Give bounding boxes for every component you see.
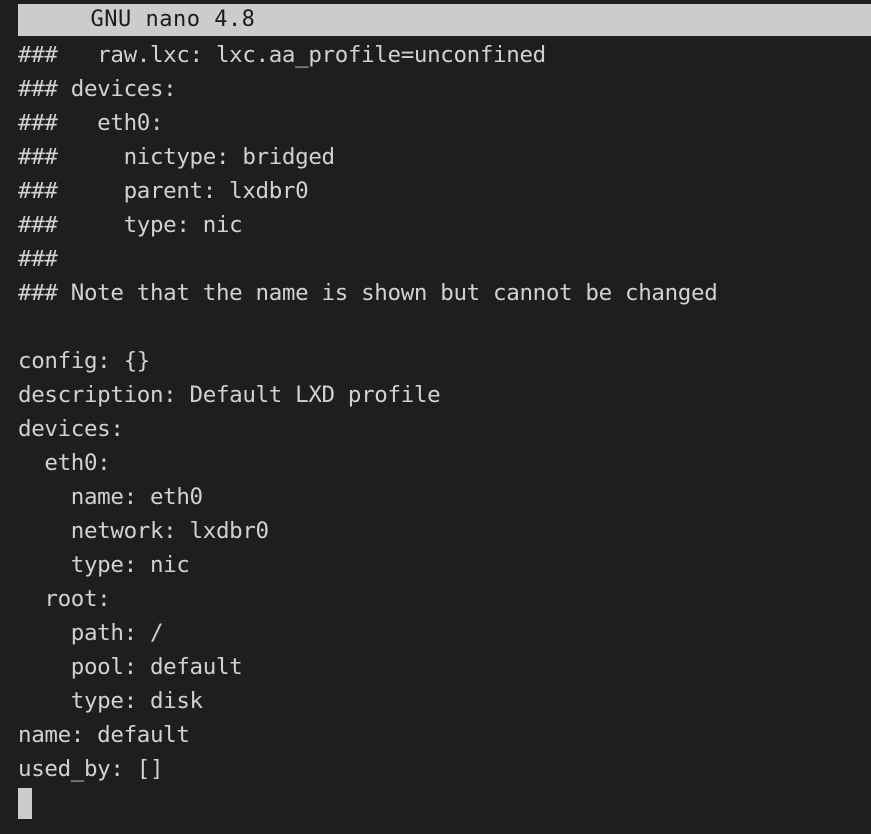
buffer-line[interactable]: ### [18,242,871,276]
buffer-line[interactable]: name: eth0 [18,480,871,514]
buffer-line[interactable]: root: [18,582,871,616]
buffer-line[interactable]: pool: default [18,650,871,684]
text-buffer[interactable]: ### raw.lxc: lxc.aa_profile=unconfined ##… [18,38,871,834]
buffer-line[interactable]: ### Note that the name is shown but cann… [18,276,871,310]
titlebar-title: GNU nano 4.8 [63,7,256,32]
titlebar: GNU nano 4.8 [18,4,871,36]
buffer-line[interactable]: type: nic [18,548,871,582]
buffer-line[interactable]: path: / [18,616,871,650]
buffer-line[interactable] [18,310,871,344]
cursor-line[interactable] [18,786,871,820]
buffer-line[interactable]: type: disk [18,684,871,718]
buffer-line[interactable]: ### type: nic [18,208,871,242]
buffer-line[interactable]: name: default [18,718,871,752]
buffer-line[interactable]: ### parent: lxdbr0 [18,174,871,208]
buffer-line[interactable]: used_by: [] [18,752,871,786]
buffer-line[interactable]: config: {} [18,344,871,378]
buffer-line[interactable]: eth0: [18,446,871,480]
buffer-line[interactable]: ### eth0: [18,106,871,140]
nano-editor-window: GNU nano 4.8 ### raw.lxc: lxc.aa_profile… [0,0,871,834]
buffer-line[interactable]: network: lxdbr0 [18,514,871,548]
buffer-line[interactable]: ### raw.lxc: lxc.aa_profile=unconfined [18,38,871,72]
buffer-line[interactable]: devices: [18,412,871,446]
buffer-line[interactable]: ### nictype: bridged [18,140,871,174]
text-cursor [18,788,32,819]
buffer-line[interactable]: description: Default LXD profile [18,378,871,412]
buffer-line[interactable]: ### devices: [18,72,871,106]
